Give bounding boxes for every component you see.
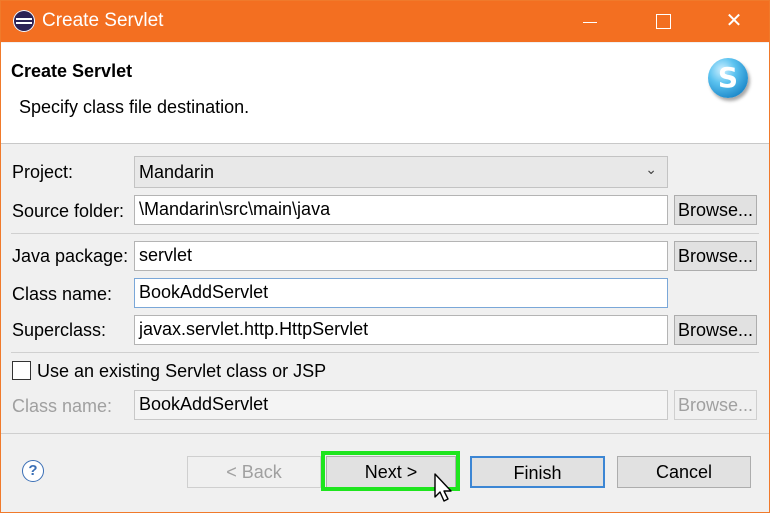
mouse-cursor-icon [434, 473, 452, 502]
source-folder-input[interactable]: \Mandarin\src\main\java [134, 195, 668, 225]
create-servlet-dialog: Create Servlet ✕ Create Servlet Specify … [0, 0, 770, 513]
project-select[interactable]: Mandarin ⌄ [134, 156, 668, 188]
help-icon[interactable]: ? [22, 460, 44, 482]
maximize-icon [656, 14, 671, 29]
project-label: Project: [12, 162, 74, 182]
class-name-input[interactable]: BookAddServlet [134, 278, 668, 308]
page-description: Specify class file destination. [19, 97, 250, 117]
existing-class-name-input: BookAddServlet [134, 390, 668, 420]
chevron-down-icon: ⌄ [645, 161, 657, 177]
class-name-label: Class name: [12, 284, 113, 304]
source-folder-label: Source folder: [12, 201, 125, 221]
existing-class-name-label: Class name: [12, 396, 113, 416]
close-button[interactable]: ✕ [705, 1, 763, 42]
java-package-input[interactable]: servlet [134, 241, 668, 271]
project-value: Mandarin [139, 162, 215, 182]
existing-class-browse-button: Browse... [674, 390, 757, 420]
java-package-label: Java package: [12, 246, 129, 266]
separator [11, 352, 759, 353]
superclass-input[interactable]: javax.servlet.http.HttpServlet [134, 315, 668, 345]
finish-button[interactable]: Finish [470, 456, 605, 488]
back-button: < Back [187, 456, 321, 488]
separator [11, 233, 759, 234]
maximize-button[interactable] [634, 1, 692, 42]
window-title: Create Servlet [42, 10, 164, 31]
page-title: Create Servlet [11, 61, 133, 81]
close-icon: ✕ [725, 10, 743, 32]
servlet-wizard-icon: S [708, 58, 748, 98]
source-folder-browse-button[interactable]: Browse... [674, 195, 757, 225]
footer-separator [1, 433, 769, 434]
minimize-button[interactable] [561, 1, 619, 42]
wizard-header: Create Servlet Specify class file destin… [1, 43, 769, 144]
title-bar: Create Servlet ✕ [1, 1, 769, 42]
eclipse-icon [13, 10, 35, 32]
java-package-browse-button[interactable]: Browse... [674, 241, 757, 271]
cancel-button[interactable]: Cancel [617, 456, 751, 488]
minimize-icon [583, 22, 597, 23]
use-existing-checkbox[interactable] [12, 361, 31, 380]
superclass-browse-button[interactable]: Browse... [674, 315, 757, 345]
superclass-label: Superclass: [12, 320, 107, 340]
use-existing-label[interactable]: Use an existing Servlet class or JSP [37, 361, 326, 382]
